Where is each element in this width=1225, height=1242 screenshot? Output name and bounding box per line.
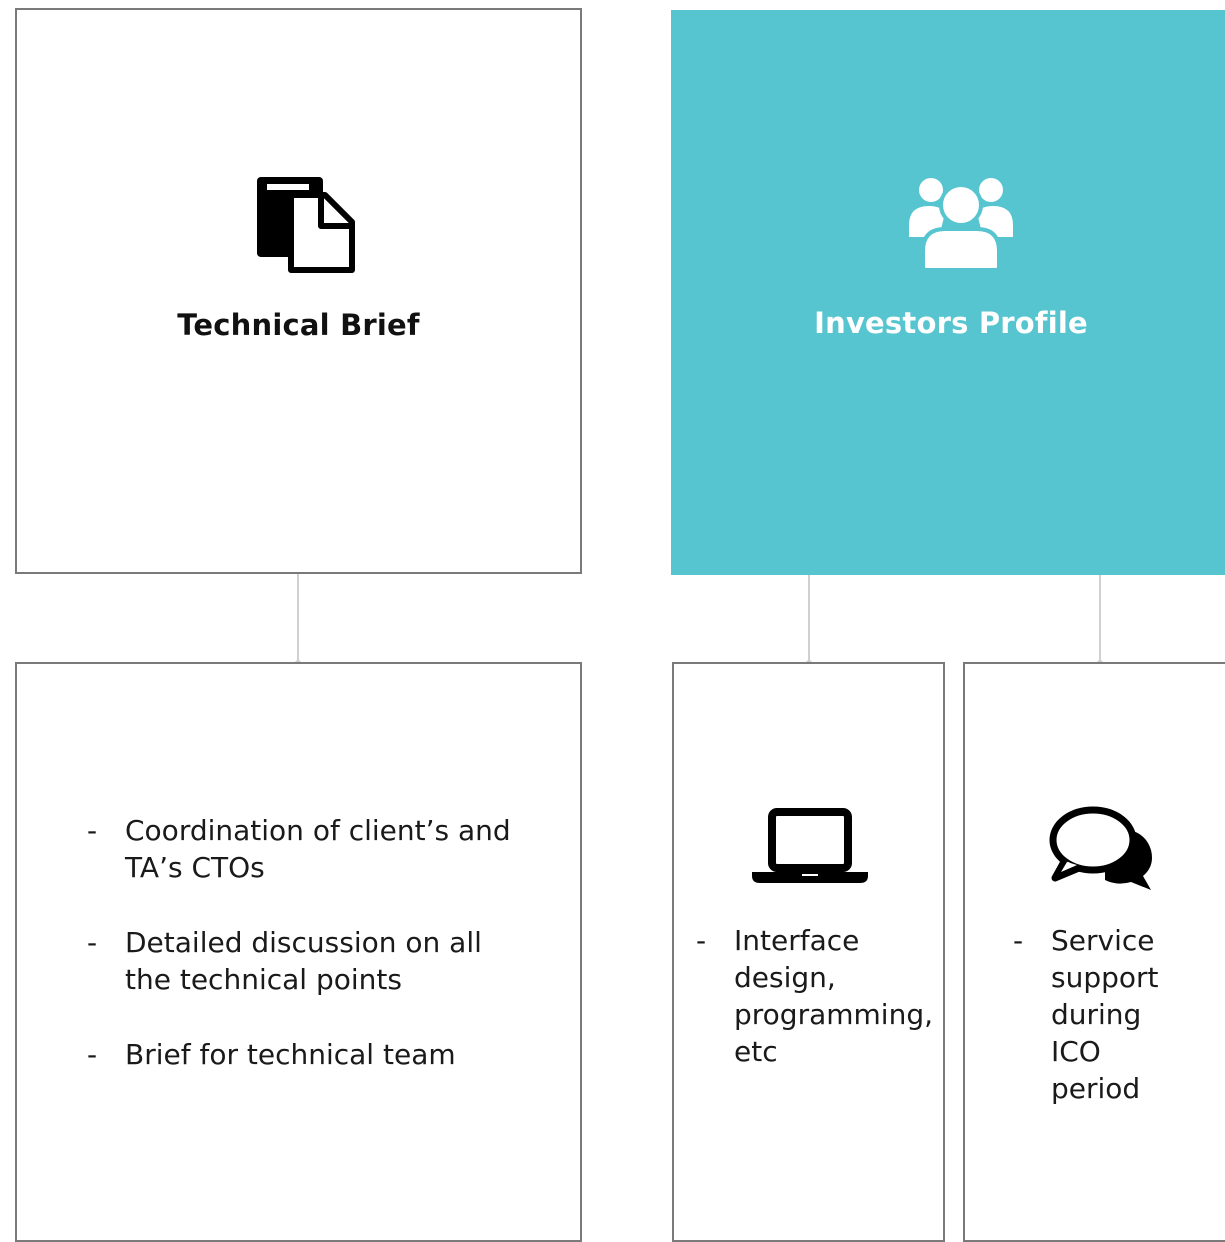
service-support-list: Service support during ICO period	[1013, 922, 1193, 1107]
interface-design-card: Interface design, programming, etc	[672, 662, 945, 1242]
technical-brief-card: Technical Brief	[15, 8, 582, 574]
list-item: Service support during ICO period	[1013, 922, 1193, 1107]
technical-brief-details-card: Coordination of client’s and TA’s CTOs D…	[15, 662, 582, 1242]
connector-technical-brief	[295, 574, 301, 666]
list-item: Detailed discussion on all the technical…	[87, 924, 527, 998]
chat-bubbles-icon	[1049, 806, 1152, 890]
technical-brief-title: Technical Brief	[177, 308, 420, 342]
list-item: Interface design, programming, etc	[696, 922, 936, 1070]
document-icon	[257, 177, 355, 273]
investors-profile-card: Investors Profile	[671, 10, 1225, 575]
investors-profile-title: Investors Profile	[814, 306, 1088, 340]
laptop-icon	[752, 808, 868, 883]
list-item: Brief for technical team	[87, 1036, 527, 1073]
service-support-card: Service support during ICO period	[963, 662, 1225, 1242]
technical-brief-details-list: Coordination of client’s and TA’s CTOs D…	[87, 812, 527, 1073]
list-item: Coordination of client’s and TA’s CTOs	[87, 812, 527, 886]
connector-investors-branch-2	[1097, 575, 1103, 666]
interface-design-list: Interface design, programming, etc	[696, 922, 936, 1070]
users-group-icon	[909, 178, 1013, 271]
connector-investors-branch-1	[806, 575, 812, 666]
